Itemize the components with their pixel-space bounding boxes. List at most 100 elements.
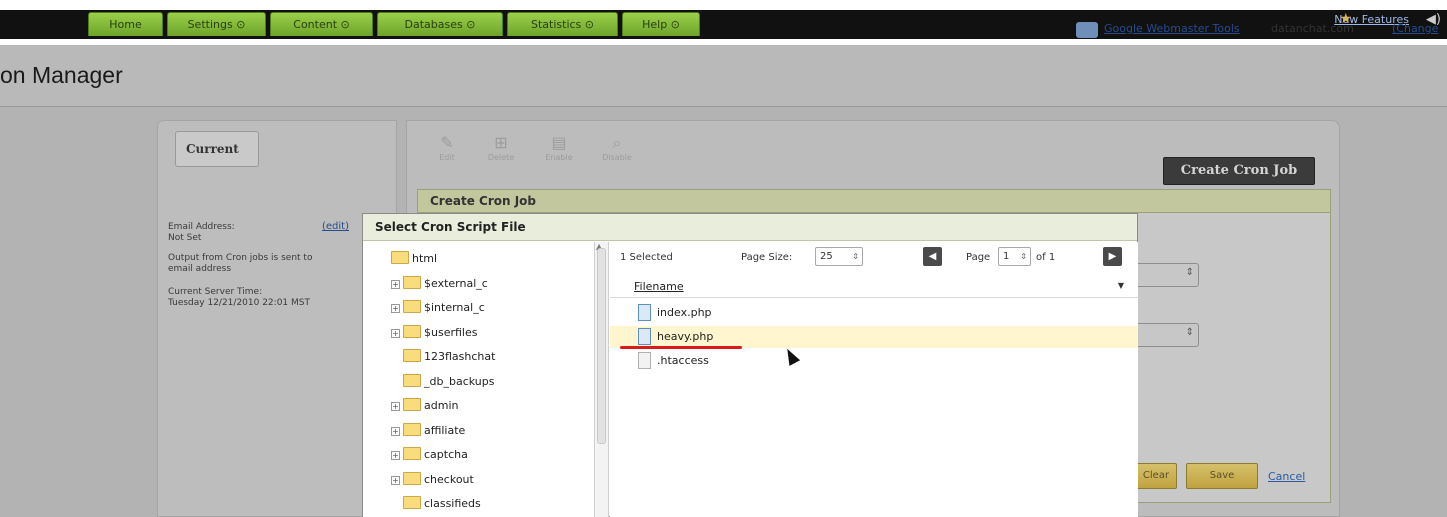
tree-scrollbar[interactable]: ▲ bbox=[595, 242, 609, 517]
tree-item-db-backups[interactable]: _db_backups bbox=[403, 373, 494, 391]
current-tab[interactable]: Current bbox=[175, 131, 259, 167]
filename-header-label: Filename bbox=[634, 280, 684, 293]
folder-icon bbox=[403, 496, 421, 509]
tree-item-label: checkout bbox=[424, 472, 474, 486]
tab-home[interactable]: Home bbox=[88, 12, 163, 36]
folder-icon bbox=[403, 471, 421, 485]
page-value: 1 bbox=[1003, 251, 1010, 262]
tree-item-external-c[interactable]: $external_c bbox=[403, 275, 488, 293]
expand-icon[interactable]: + bbox=[391, 279, 400, 289]
file-row[interactable]: heavy.php bbox=[610, 326, 1138, 348]
expand-icon[interactable]: + bbox=[391, 304, 400, 313]
folder-icon bbox=[403, 373, 421, 387]
tab-help[interactable]: Help ⊙ bbox=[622, 12, 700, 36]
create-cron-job-button[interactable]: Create Cron Job bbox=[1163, 157, 1315, 185]
page-input[interactable]: 1 ⇕ bbox=[998, 247, 1031, 266]
tab-databases[interactable]: Databases ⊙ bbox=[377, 12, 503, 36]
email-value: Not Set bbox=[168, 233, 202, 243]
expand-icon[interactable]: + bbox=[391, 451, 400, 460]
tree-item-label: 123flashchat bbox=[424, 350, 496, 363]
expand-icon[interactable]: + bbox=[391, 402, 400, 411]
folder-icon bbox=[391, 251, 409, 264]
create-cron-job-header: Create Cron Job bbox=[417, 189, 1331, 213]
page-size-label: Page Size: bbox=[741, 252, 793, 263]
spinner-icon[interactable]: ⇕ bbox=[1020, 248, 1027, 265]
spinner-icon[interactable]: ⇕ bbox=[852, 248, 859, 265]
folder-icon bbox=[403, 398, 421, 411]
folder-icon bbox=[403, 447, 421, 460]
delete-icon: ⊞ bbox=[494, 133, 508, 152]
schedule-select[interactable]: ⇕ bbox=[1135, 263, 1199, 287]
sort-down-icon[interactable]: ▼ bbox=[1118, 281, 1124, 290]
clear-button[interactable]: Clear bbox=[1135, 463, 1177, 489]
current-settings-panel: Current Email Address: Not Set Output fr… bbox=[157, 120, 397, 517]
tree-item-admin[interactable]: admin bbox=[403, 397, 458, 415]
file-list-toolbar: 1 Selected Page Size: 25 ⇕ ◀ Page 1 ⇕ of 1… bbox=[610, 242, 1138, 272]
select-arrow-icon: ⇕ bbox=[1185, 267, 1194, 278]
delete-button[interactable]: ⊞ Delete bbox=[481, 133, 521, 169]
expand-icon[interactable]: + bbox=[391, 328, 400, 338]
change-domain-link[interactable]: (Change bbox=[1392, 22, 1438, 35]
tree-item-userfiles[interactable]: $userfiles bbox=[403, 324, 477, 342]
file-icon bbox=[638, 352, 651, 369]
file-row[interactable]: .htaccess bbox=[610, 350, 1138, 372]
output-note-line2: email address bbox=[168, 264, 232, 274]
chevron-right-icon: ▶ bbox=[1108, 251, 1117, 262]
edit-button[interactable]: ✎ Edit bbox=[427, 133, 467, 169]
tab-content[interactable]: Content ⊙ bbox=[270, 12, 373, 36]
tree-item-label: html bbox=[412, 252, 438, 265]
page-size-input[interactable]: 25 ⇕ bbox=[815, 247, 863, 266]
file-row[interactable]: index.php bbox=[610, 302, 1138, 324]
page-total: of 1 bbox=[1036, 252, 1056, 263]
file-name: index.php bbox=[657, 306, 712, 319]
tree-item-captcha[interactable]: captcha bbox=[403, 446, 468, 464]
frequency-select[interactable]: ⇕ bbox=[1135, 323, 1199, 347]
edit-label: Edit bbox=[439, 153, 455, 162]
expand-icon[interactable]: + bbox=[391, 475, 400, 485]
filename-column-header[interactable]: Filename ▼ bbox=[610, 276, 1138, 298]
tree-item-label: classifieds bbox=[424, 497, 481, 510]
edit-email-link[interactable]: (edit) bbox=[322, 221, 349, 232]
email-label: Email Address: bbox=[168, 222, 235, 232]
next-page-button[interactable]: ▶ bbox=[1103, 247, 1122, 266]
edit-icon: ✎ bbox=[440, 133, 454, 152]
output-note-line1: Output from Cron jobs is sent to bbox=[168, 253, 313, 263]
red-underline-annotation bbox=[620, 346, 742, 349]
disable-button[interactable]: ⌕ Disable bbox=[597, 133, 637, 169]
expand-icon[interactable]: + bbox=[391, 426, 400, 436]
page-header: on Manager bbox=[0, 45, 1447, 107]
scroll-thumb[interactable] bbox=[597, 248, 606, 444]
folder-tree: html + $external_c + $internal_c + $userfiles 1… bbox=[363, 242, 595, 517]
file-icon bbox=[638, 304, 651, 321]
tree-item-html[interactable]: html bbox=[391, 250, 437, 268]
cancel-link[interactable]: Cancel bbox=[1268, 470, 1305, 483]
enable-icon: ▤ bbox=[551, 133, 567, 152]
chevron-left-icon: ◀ bbox=[928, 251, 937, 262]
tree-item-label: _db_backups bbox=[424, 374, 495, 388]
tree-item-label: captcha bbox=[424, 448, 468, 461]
disable-label: Disable bbox=[602, 153, 632, 162]
tree-item-internal-c[interactable]: $internal_c bbox=[403, 299, 485, 317]
file-list-pane: 1 Selected Page Size: 25 ⇕ ◀ Page 1 ⇕ of 1… bbox=[610, 242, 1138, 517]
delete-label: Delete bbox=[487, 153, 515, 162]
select-arrow-icon: ⇕ bbox=[1185, 327, 1194, 338]
webmaster-tools-link[interactable]: Google Webmaster Tools bbox=[1104, 22, 1240, 35]
tree-item-label: affiliate bbox=[424, 423, 466, 437]
tab-statistics[interactable]: Statistics ⊙ bbox=[507, 12, 618, 36]
tree-item-checkout[interactable]: checkout bbox=[403, 471, 474, 489]
tree-item-classifieds[interactable]: classifieds bbox=[403, 495, 481, 513]
enable-button[interactable]: ▤ Enable bbox=[539, 133, 579, 169]
tree-item-123flashchat[interactable]: 123flashchat bbox=[403, 348, 495, 366]
tab-settings[interactable]: Settings ⊙ bbox=[167, 12, 266, 36]
dialog-title: Select Cron Script File bbox=[363, 214, 1137, 241]
tree-item-affiliate[interactable]: affiliate bbox=[403, 422, 465, 440]
page-label: Page bbox=[966, 252, 991, 263]
file-name: heavy.php bbox=[657, 330, 714, 343]
server-time-label: Current Server Time: bbox=[168, 287, 263, 297]
folder-icon bbox=[403, 324, 421, 338]
page-size-value: 25 bbox=[820, 251, 833, 262]
page-title: on Manager bbox=[0, 62, 123, 88]
prev-page-button[interactable]: ◀ bbox=[923, 247, 942, 266]
current-domain: datanchat.com bbox=[1271, 22, 1354, 35]
save-button[interactable]: Save bbox=[1186, 463, 1258, 489]
